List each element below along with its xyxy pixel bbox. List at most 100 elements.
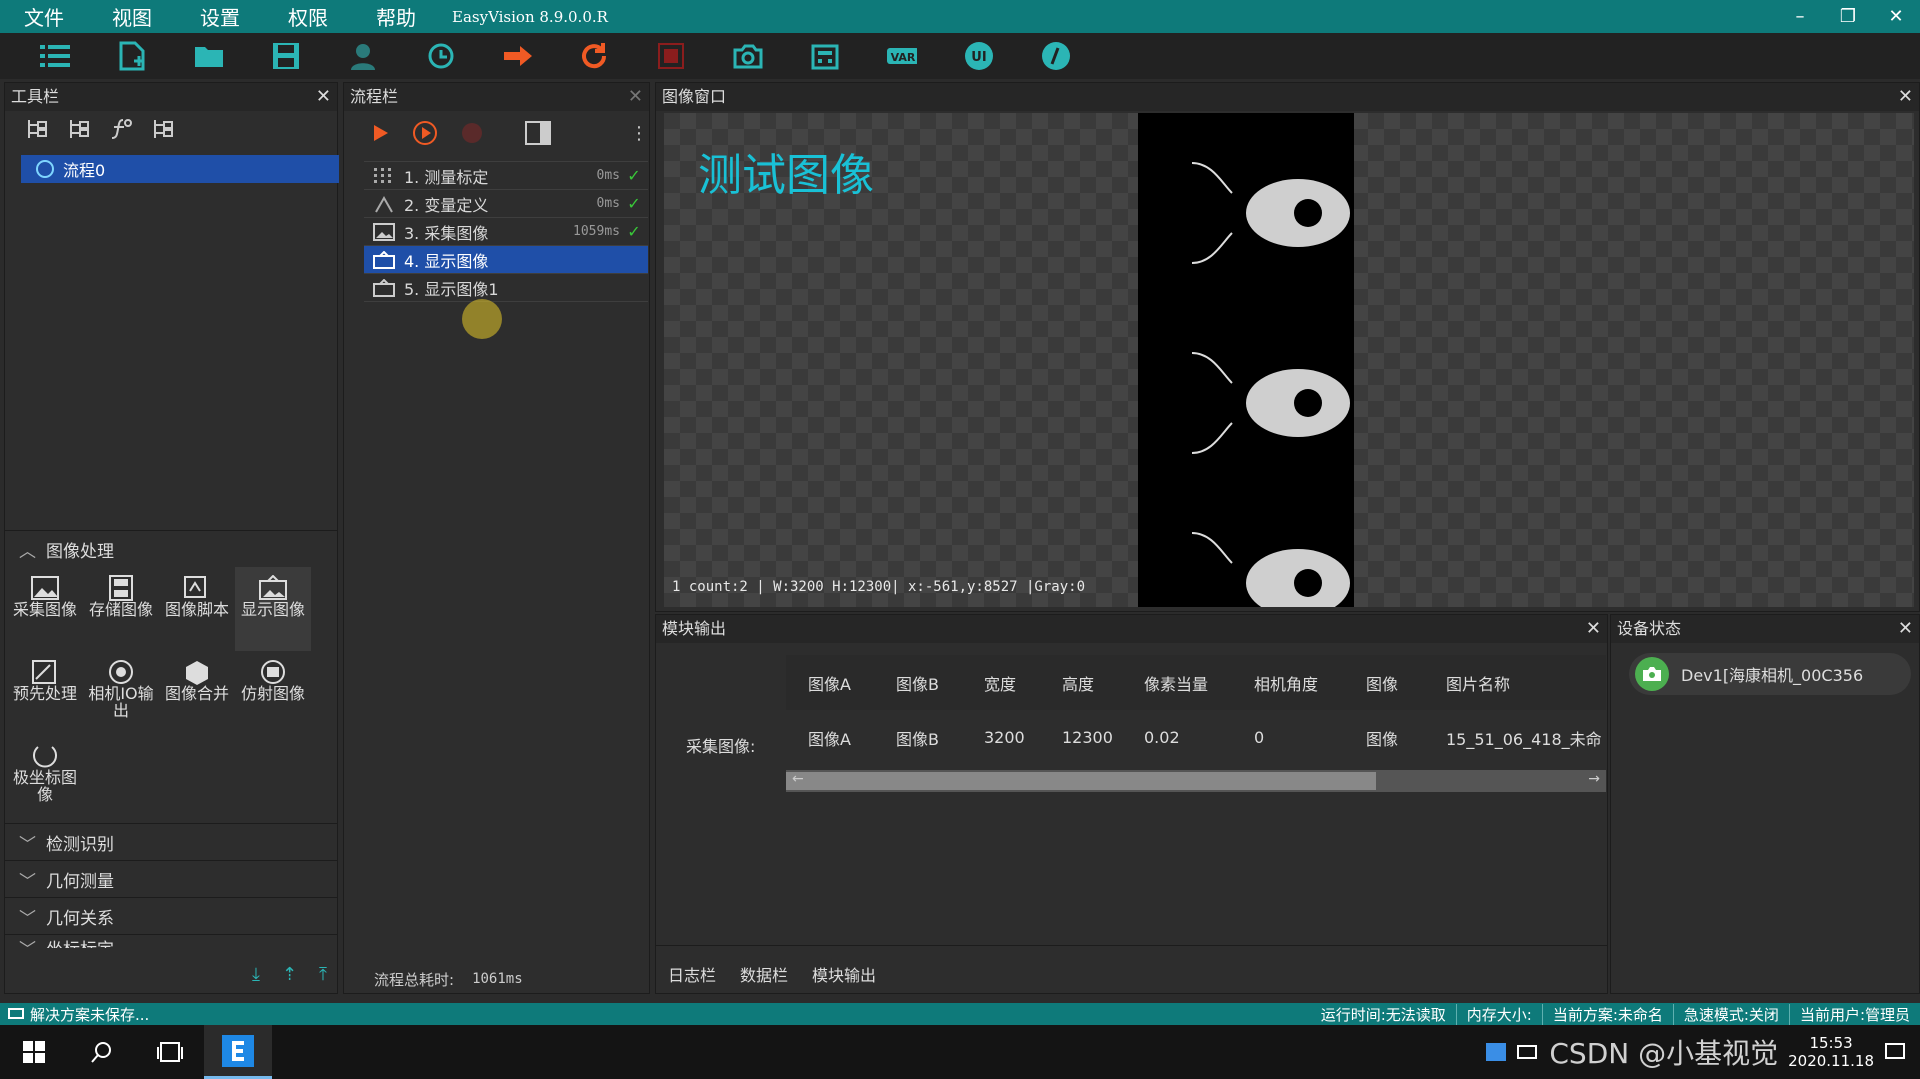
close-icon[interactable]: ✕ (1586, 615, 1601, 643)
flow-row-3[interactable]: 3. 采集图像 1059ms ✓ (364, 218, 648, 246)
tool-polar-image[interactable]: 极坐标图像 (7, 735, 83, 819)
save-icon[interactable] (271, 41, 301, 71)
tool-save-image[interactable]: 存储图像 (83, 567, 159, 651)
flow-row-4[interactable]: 4. 显示图像 (364, 246, 648, 274)
table-cell: 0.02 (1144, 728, 1180, 747)
stop-flow-icon[interactable] (460, 121, 484, 145)
flow-row-label: 1. 测量标定 (404, 167, 489, 187)
tool-camera-io[interactable]: 相机IO输出 (83, 651, 159, 735)
tool-panel: 工具栏 ✕ 流程0 ︿ 图像处理 采集图像 存储图像 图像脚本 显示图像 预先处… (4, 82, 339, 994)
section-image-processing[interactable]: ︿ 图像处理 (5, 530, 337, 567)
flow-row-2[interactable]: 2. 变量定义 0ms ✓ (364, 190, 648, 218)
section-title: 图像处理 (46, 541, 114, 562)
check-icon: ✓ (627, 166, 641, 185)
section-geometry-measure[interactable]: ﹀ 几何测量 (5, 860, 337, 897)
close-icon[interactable]: ✕ (1898, 83, 1913, 111)
close-icon[interactable]: ✕ (1898, 615, 1913, 643)
network-icon[interactable] (1517, 1042, 1539, 1062)
tool-label: 采集图像 (12, 600, 77, 619)
table-row[interactable]: 图像A 图像B 3200 12300 0.02 0 图像 15_51_06_41… (786, 710, 1606, 765)
refresh-icon[interactable] (579, 41, 609, 71)
clock[interactable]: 15:53 2020.11.18 (1788, 1034, 1874, 1070)
move-top-icon[interactable]: ⤒ (319, 964, 327, 985)
flow-row-time: 0ms (596, 196, 620, 211)
section-geometry-relation[interactable]: ﹀ 几何关系 (5, 897, 337, 934)
tray-app-icon[interactable] (1485, 1042, 1507, 1062)
easyvision-taskbar-icon[interactable] (204, 1025, 272, 1079)
collapsed-sections: ﹀ 检测识别 ﹀ 几何测量 ﹀ 几何关系 ﹀ 坐标标定 (5, 823, 337, 948)
tool-affine-image[interactable]: 仿射图像 (235, 651, 311, 735)
tool-grid: 采集图像 存储图像 图像脚本 显示图像 预先处理 相机IO输出 图像合并 仿射图… (5, 567, 337, 819)
new-file-icon[interactable] (117, 41, 147, 71)
clock-time: 15:53 (1809, 1034, 1853, 1052)
move-up-icon[interactable]: ⇡ (282, 964, 297, 985)
camera-icon[interactable] (733, 41, 763, 71)
device-item[interactable]: Dev1[海康相机_00C356 (1629, 653, 1911, 695)
table-cell: 图像B (896, 729, 939, 749)
table-header-row: 图像A 图像B 宽度 高度 像素当量 相机角度 图像 图片名称 (786, 655, 1606, 710)
stop-icon[interactable] (656, 41, 686, 71)
ui-icon[interactable]: UI (964, 41, 994, 71)
tab-data[interactable]: 数据栏 (728, 962, 800, 986)
menu-settings[interactable]: 设置 (176, 2, 264, 31)
tool-capture-image[interactable]: 采集图像 (7, 567, 83, 651)
section-coordinate[interactable]: ﹀ 坐标标定 (5, 934, 337, 948)
layout-icon[interactable] (524, 120, 552, 146)
image-overlay-title: 测试图像 (698, 150, 874, 201)
variable-icon (364, 194, 404, 214)
list-icon[interactable] (40, 41, 70, 71)
tree-add-icon[interactable] (25, 117, 49, 141)
notification-icon[interactable] (1884, 1041, 1906, 1063)
tool-image-merge[interactable]: 图像合并 (159, 651, 235, 735)
app-title: EasyVision 8.9.0.0.R (452, 7, 608, 26)
menu-help[interactable]: 帮助 (352, 2, 440, 31)
task-view-icon[interactable] (136, 1025, 204, 1079)
user-icon[interactable] (348, 41, 378, 71)
flow-row-time: 1059ms (573, 224, 620, 239)
scrollbar-thumb[interactable] (786, 772, 1376, 790)
tab-module-output[interactable]: 模块输出 (800, 962, 888, 986)
open-folder-icon[interactable] (194, 41, 224, 71)
horizontal-scrollbar[interactable]: ← → (786, 770, 1606, 792)
menu-permissions[interactable]: 权限 (264, 2, 352, 31)
tool-panel-title: 工具栏 (11, 87, 60, 106)
tool-display-image[interactable]: 显示图像 (235, 567, 311, 651)
search-icon[interactable] (68, 1025, 136, 1079)
output-table: 图像A 图像B 宽度 高度 像素当量 相机角度 图像 图片名称 图像A 图像B … (786, 655, 1606, 765)
menu-file[interactable]: 文件 (0, 2, 88, 31)
scroll-right-icon[interactable]: → (1588, 771, 1600, 787)
arrow-right-icon[interactable] (502, 41, 532, 71)
more-icon[interactable]: ⋮ (630, 123, 648, 144)
restore-button[interactable]: ❐ (1824, 6, 1872, 27)
tab-log[interactable]: 日志栏 (656, 962, 728, 986)
minimize-button[interactable]: – (1776, 6, 1824, 27)
move-down-icon[interactable]: ⤓ (252, 964, 260, 985)
device-status-header: 设备状态 ✕ (1611, 615, 1919, 643)
tree-item-flow0[interactable]: 流程0 (21, 155, 339, 183)
calculator-icon[interactable] (810, 41, 840, 71)
history-icon[interactable] (425, 41, 455, 71)
table-cell: 15_51_06_418_未命 (1446, 729, 1602, 749)
image-canvas[interactable]: 测试图像 1 count:2 | W:3200 H:12300| x:-561,… (664, 113, 1914, 617)
info-icon[interactable] (1041, 41, 1071, 71)
column-header: 相机角度 (1254, 674, 1319, 694)
menu-view[interactable]: 视图 (88, 2, 176, 31)
close-icon[interactable]: ✕ (628, 83, 643, 111)
close-icon[interactable]: ✕ (316, 83, 331, 111)
section-detection[interactable]: ﹀ 检测识别 (5, 823, 337, 860)
var-icon[interactable]: VAR (887, 41, 917, 71)
run-loop-icon[interactable] (412, 120, 438, 146)
windows-start-icon[interactable] (0, 1025, 68, 1079)
flow-row-1[interactable]: 1. 测量标定 0ms ✓ (364, 162, 648, 190)
column-header: 宽度 (984, 674, 1017, 694)
tree-settings-icon[interactable] (151, 117, 175, 141)
flow-panel-title: 流程栏 (350, 87, 399, 106)
flow-row-5[interactable]: 5. 显示图像1 (364, 274, 648, 302)
tool-image-script[interactable]: 图像脚本 (159, 567, 235, 651)
scroll-left-icon[interactable]: ← (792, 771, 804, 787)
tree-remove-icon[interactable] (67, 117, 91, 141)
function-icon[interactable] (109, 117, 133, 141)
run-once-icon[interactable] (372, 123, 390, 143)
tool-preprocess[interactable]: 预先处理 (7, 651, 83, 735)
close-window-button[interactable]: ✕ (1872, 6, 1920, 27)
